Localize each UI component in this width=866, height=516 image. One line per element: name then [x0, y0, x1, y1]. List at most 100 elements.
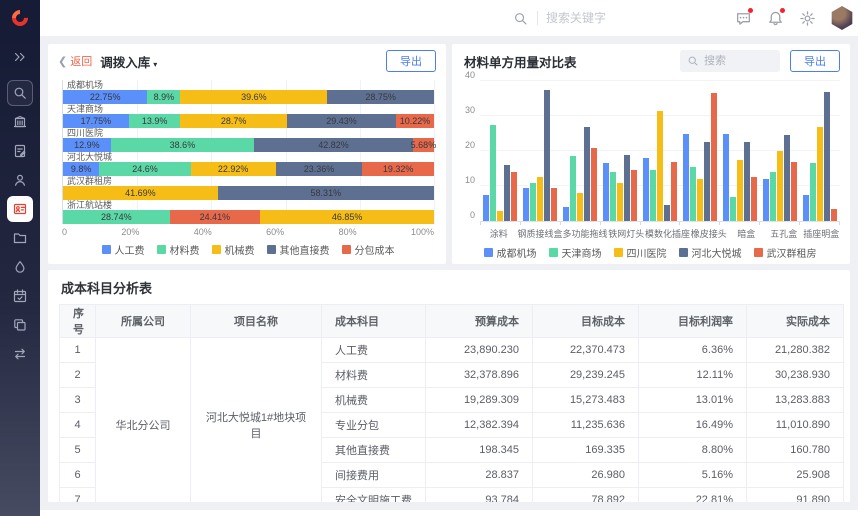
bar-segment-人工费[interactable]: 9.8%	[63, 162, 99, 176]
grouped-bar-河北大悦城[interactable]	[744, 142, 750, 221]
bar-segment-其他直接费[interactable]: 23.36%	[276, 162, 363, 176]
grouped-bar-天津商场[interactable]	[810, 163, 816, 221]
grouped-bar-天津商场[interactable]	[730, 197, 736, 222]
grouped-bar-河北大悦城[interactable]	[784, 135, 790, 221]
legend-item-天津商场[interactable]: 天津商场	[549, 245, 602, 260]
sidebar-item-folder[interactable]	[7, 225, 33, 251]
grouped-bar-天津商场[interactable]	[530, 183, 536, 222]
message-icon[interactable]	[734, 9, 752, 27]
legend-item-人工费[interactable]: 人工费	[102, 242, 145, 257]
grouped-bar-河北大悦城[interactable]	[624, 155, 630, 222]
grouped-bar-四川医院[interactable]	[697, 179, 703, 221]
bar-segment-分包成本[interactable]: 5.68%	[413, 138, 434, 152]
grouped-bar-河北大悦城[interactable]	[544, 90, 550, 221]
grouped-bar-成都机场[interactable]	[763, 179, 769, 221]
panel-title-dropdown[interactable]: 调拨入库▾	[100, 52, 157, 71]
grouped-bar-武汉群租房[interactable]	[511, 172, 517, 221]
sidebar-item-copy[interactable]	[7, 312, 33, 338]
sidebar-item-transfer[interactable]	[7, 341, 33, 367]
bar-segment-人工费[interactable]: 22.75%	[63, 90, 147, 104]
grouped-bar-成都机场[interactable]	[523, 188, 529, 221]
sidebar-item-building[interactable]	[7, 109, 33, 135]
grouped-bar-四川医院[interactable]	[777, 151, 783, 221]
sidebar-item-water-drop[interactable]	[7, 254, 33, 280]
bar-segment-材料费[interactable]: 8.9%	[147, 90, 180, 104]
grouped-bar-天津商场[interactable]	[770, 172, 776, 221]
bell-icon[interactable]	[766, 9, 784, 27]
bar-segment-机械费[interactable]: 28.7%	[180, 114, 286, 128]
grouped-bar-武汉群租房[interactable]	[591, 148, 597, 222]
sidebar-item-calendar-check[interactable]	[7, 283, 33, 309]
grouped-bar-成都机场[interactable]	[683, 134, 689, 222]
grouped-bar-成都机场[interactable]	[563, 207, 569, 221]
header-search[interactable]	[511, 9, 656, 27]
grouped-bar-武汉群租房[interactable]	[711, 93, 717, 221]
grouped-bar-成都机场[interactable]	[603, 163, 609, 221]
sidebar-item-search[interactable]	[7, 80, 33, 106]
grouped-bar-天津商场[interactable]	[690, 167, 696, 221]
grouped-bar-河北大悦城[interactable]	[824, 92, 830, 222]
app-logo[interactable]	[0, 0, 40, 36]
grouped-bar-成都机场[interactable]	[803, 195, 809, 221]
grouped-bar-天津商场[interactable]	[610, 172, 616, 221]
legend-item-河北大悦城[interactable]: 河北大悦城	[679, 245, 742, 260]
grouped-bar-武汉群租房[interactable]	[751, 177, 757, 221]
grouped-bar-四川医院[interactable]	[617, 183, 623, 222]
bar-segment-分包成本[interactable]: 10.22%	[396, 114, 434, 128]
user-avatar[interactable]	[830, 6, 854, 30]
grouped-bar-四川医院[interactable]	[497, 211, 503, 222]
grouped-bar-河北大悦城[interactable]	[664, 205, 670, 221]
grouped-bar-成都机场[interactable]	[483, 195, 489, 221]
grouped-bar-武汉群租房[interactable]	[791, 162, 797, 222]
legend-item-材料费[interactable]: 材料费	[157, 242, 200, 257]
sidebar-item-collapse[interactable]	[7, 44, 33, 70]
grouped-bar-成都机场[interactable]	[643, 158, 649, 221]
grouped-bar-武汉群租房[interactable]	[671, 162, 677, 222]
grouped-bar-河北大悦城[interactable]	[504, 165, 510, 221]
bar-segment-人工费[interactable]: 17.75%	[63, 114, 129, 128]
export-button-right[interactable]: 导出	[790, 50, 840, 72]
bar-segment-分包成本[interactable]: 19.32%	[362, 162, 434, 176]
legend-item-机械费[interactable]: 机械费	[212, 242, 255, 257]
bar-segment-材料费[interactable]: 24.6%	[99, 162, 190, 176]
grouped-bar-河北大悦城[interactable]	[584, 127, 590, 222]
bar-segment-其他直接费[interactable]: 42.82%	[254, 138, 413, 152]
bar-segment-材料费[interactable]: 13.9%	[129, 114, 181, 128]
bar-segment-材料费[interactable]: 38.6%	[111, 138, 254, 152]
legend-item-四川医院[interactable]: 四川医院	[614, 245, 667, 260]
header-search-input[interactable]	[546, 11, 656, 25]
export-button-left[interactable]: 导出	[386, 50, 436, 72]
bar-segment-人工费[interactable]: 12.9%	[63, 138, 111, 152]
grouped-bar-天津商场[interactable]	[650, 170, 656, 221]
grouped-bar-四川医院[interactable]	[737, 160, 743, 221]
sidebar-item-id-card[interactable]	[7, 196, 33, 222]
grouped-bar-天津商场[interactable]	[490, 125, 496, 221]
bar-segment-机械费[interactable]: 39.6%	[180, 90, 327, 104]
legend-item-武汉群租房[interactable]: 武汉群租房	[754, 245, 817, 260]
sidebar-item-document-edit[interactable]	[7, 138, 33, 164]
grouped-bar-四川医院[interactable]	[657, 111, 663, 221]
bar-segment-材料费[interactable]: 28.74%	[63, 210, 170, 224]
grouped-bar-四川医院[interactable]	[537, 177, 543, 221]
grouped-bar-武汉群租房[interactable]	[831, 209, 837, 221]
bar-segment-其他直接费[interactable]: 58.31%	[218, 186, 434, 200]
legend-item-成都机场[interactable]: 成都机场	[484, 245, 537, 260]
gear-icon[interactable]	[798, 9, 816, 27]
bar-segment-分包成本[interactable]: 24.41%	[170, 210, 261, 224]
grouped-bar-四川医院[interactable]	[817, 127, 823, 222]
back-link[interactable]: ❮ 返回	[58, 53, 92, 69]
grouped-bar-天津商场[interactable]	[570, 156, 576, 221]
legend-item-其他直接费[interactable]: 其他直接费	[267, 242, 330, 257]
grouped-bar-武汉群租房[interactable]	[631, 170, 637, 221]
bar-segment-机械费[interactable]: 22.92%	[191, 162, 276, 176]
grouped-bar-武汉群租房[interactable]	[551, 188, 557, 221]
bar-segment-其他直接费[interactable]: 29.43%	[287, 114, 396, 128]
legend-item-分包成本[interactable]: 分包成本	[342, 242, 395, 257]
grouped-bar-成都机场[interactable]	[723, 134, 729, 222]
sidebar-item-user[interactable]	[7, 167, 33, 193]
grouped-bar-四川医院[interactable]	[577, 193, 583, 221]
bar-segment-其他直接费[interactable]: 28.75%	[327, 90, 434, 104]
grouped-bar-河北大悦城[interactable]	[704, 142, 710, 221]
bar-segment-机械费[interactable]: 46.85%	[260, 210, 434, 224]
bar-segment-机械费[interactable]: 41.69%	[63, 186, 218, 200]
